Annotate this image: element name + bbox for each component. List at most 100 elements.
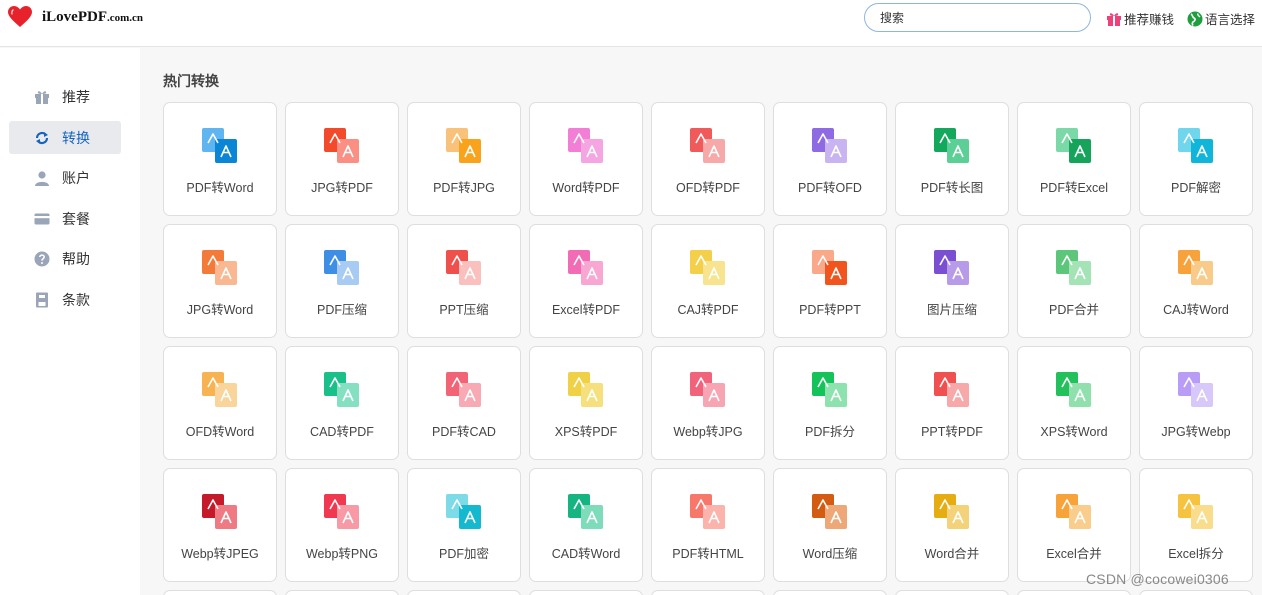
xps-to-word-icon — [1056, 372, 1091, 407]
tool-card[interactable]: Excel合并 — [1017, 468, 1131, 582]
tool-card[interactable]: PDF转Excel — [1017, 102, 1131, 216]
sidebar-item-help[interactable]: 帮助 — [9, 242, 121, 275]
globe-icon — [1187, 11, 1203, 26]
tool-card[interactable]: JPG转Word — [163, 224, 277, 338]
tool-card[interactable]: JPG转Webp — [1139, 346, 1253, 460]
tool-card[interactable]: Webp转JPG — [651, 346, 765, 460]
tool-card[interactable]: PDF解密 — [1139, 102, 1253, 216]
tool-card[interactable]: Word合并 — [895, 468, 1009, 582]
sidebar-item-plans[interactable]: 套餐 — [9, 202, 121, 235]
tool-card-partial[interactable] — [1017, 590, 1131, 595]
jpg-to-webp-icon — [1178, 372, 1213, 407]
tool-card[interactable]: PDF转长图 — [895, 102, 1009, 216]
sidebar-item-recommend[interactable]: 推荐 — [9, 80, 121, 113]
tool-card[interactable]: XPS转Word — [1017, 346, 1131, 460]
pdf-to-jpg-icon — [446, 128, 481, 163]
pdf-to-long-image-icon — [934, 128, 969, 163]
tool-card-label: OFD转PDF — [676, 181, 740, 195]
tool-card-partial[interactable] — [163, 590, 277, 595]
tool-card-label: Word压缩 — [802, 547, 858, 561]
tool-card-label: PDF拆分 — [804, 425, 855, 439]
sidebar-item-label: 条款 — [62, 291, 90, 308]
tool-card-label: PDF压缩 — [316, 303, 367, 317]
pdf-to-ppt-icon — [812, 250, 847, 285]
tool-card[interactable]: Word转PDF — [529, 102, 643, 216]
pdf-merge-icon — [1056, 250, 1091, 285]
tool-card-partial[interactable] — [895, 590, 1009, 595]
pdf-to-html-icon — [690, 494, 725, 529]
tool-card-partial[interactable] — [285, 590, 399, 595]
logo[interactable]: iLovePDF.com.cn — [8, 6, 143, 28]
tool-card[interactable]: JPG转PDF — [285, 102, 399, 216]
tool-card[interactable]: PDF加密 — [407, 468, 521, 582]
tool-card-partial[interactable] — [1139, 590, 1253, 595]
tool-card[interactable]: PDF转Word — [163, 102, 277, 216]
tool-card[interactable]: PDF转HTML — [651, 468, 765, 582]
tool-card[interactable]: OFD转Word — [163, 346, 277, 460]
sidebar-item-label: 帮助 — [62, 250, 90, 267]
pdf-to-cad-icon — [446, 372, 481, 407]
webp-to-png-icon — [324, 494, 359, 529]
tool-card-label: Webp转JPG — [673, 425, 743, 439]
terms-icon — [34, 292, 50, 308]
tool-card-label: XPS转PDF — [554, 425, 618, 439]
tool-card-label: Excel拆分 — [1168, 547, 1224, 561]
sidebar-item-terms[interactable]: 条款 — [9, 283, 121, 316]
referral-earn-link[interactable]: 推荐赚钱 — [1106, 9, 1174, 28]
tool-card[interactable]: Excel转PDF — [529, 224, 643, 338]
tool-card[interactable]: XPS转PDF — [529, 346, 643, 460]
tool-card-partial[interactable] — [407, 590, 521, 595]
tool-card-label: JPG转PDF — [311, 181, 373, 195]
tool-card-label: PDF合并 — [1048, 303, 1099, 317]
word-to-pdf-icon — [568, 128, 603, 163]
sidebar-item-account[interactable]: 账户 — [9, 161, 121, 194]
tool-card-label: PDF转PPT — [799, 303, 861, 317]
jpg-to-word-icon — [202, 250, 237, 285]
tool-card-label: CAJ转Word — [1163, 303, 1229, 317]
user-icon — [34, 170, 50, 186]
tool-card-label: Webp转JPEG — [181, 547, 259, 561]
tool-card[interactable]: OFD转PDF — [651, 102, 765, 216]
tool-card[interactable]: Excel拆分 — [1139, 468, 1253, 582]
tool-card-partial[interactable] — [651, 590, 765, 595]
tool-card[interactable]: PDF拆分 — [773, 346, 887, 460]
webp-to-jpg-icon — [690, 372, 725, 407]
tool-card[interactable]: PDF压缩 — [285, 224, 399, 338]
tool-card[interactable]: CAD转Word — [529, 468, 643, 582]
tool-card[interactable]: PPT转PDF — [895, 346, 1009, 460]
tool-card[interactable]: PDF转JPG — [407, 102, 521, 216]
search-input[interactable] — [864, 3, 1091, 32]
ppt-compress-icon — [446, 250, 481, 285]
tool-card[interactable]: PDF转OFD — [773, 102, 887, 216]
tool-card-partial[interactable] — [529, 590, 643, 595]
tool-card[interactable]: CAD转PDF — [285, 346, 399, 460]
sidebar: 推荐 转换 账户 套餐 帮助 条款 — [0, 48, 140, 595]
excel-merge-icon — [1056, 494, 1091, 529]
tool-card-partial[interactable] — [773, 590, 887, 595]
tool-card[interactable]: CAJ转Word — [1139, 224, 1253, 338]
tool-card-label: PDF转JPG — [433, 181, 495, 195]
sidebar-item-label: 推荐 — [62, 88, 90, 105]
tool-card-label: XPS转Word — [1040, 425, 1108, 439]
tool-card[interactable]: Webp转PNG — [285, 468, 399, 582]
word-merge-icon — [934, 494, 969, 529]
tool-card[interactable]: Webp转JPEG — [163, 468, 277, 582]
tool-card[interactable]: Word压缩 — [773, 468, 887, 582]
tool-card-label: OFD转Word — [185, 425, 255, 439]
top-header: iLovePDF.com.cn 推荐赚钱 语言选择 — [0, 0, 1262, 47]
tool-card[interactable]: PDF转PPT — [773, 224, 887, 338]
tool-card[interactable]: PDF合并 — [1017, 224, 1131, 338]
sidebar-item-convert[interactable]: 转换 — [9, 121, 121, 154]
language-select-link[interactable]: 语言选择 — [1187, 9, 1255, 28]
jpg-to-pdf-icon — [324, 128, 359, 163]
excel-to-pdf-icon — [568, 250, 603, 285]
ofd-to-word-icon — [202, 372, 237, 407]
tool-card[interactable]: PDF转CAD — [407, 346, 521, 460]
cad-to-word-icon — [568, 494, 603, 529]
tool-card[interactable]: PPT压缩 — [407, 224, 521, 338]
tool-card-label: JPG转Webp — [1161, 425, 1231, 439]
pdf-encrypt-icon — [446, 494, 481, 529]
cad-to-pdf-icon — [324, 372, 359, 407]
tool-card[interactable]: 图片压缩 — [895, 224, 1009, 338]
tool-card[interactable]: CAJ转PDF — [651, 224, 765, 338]
